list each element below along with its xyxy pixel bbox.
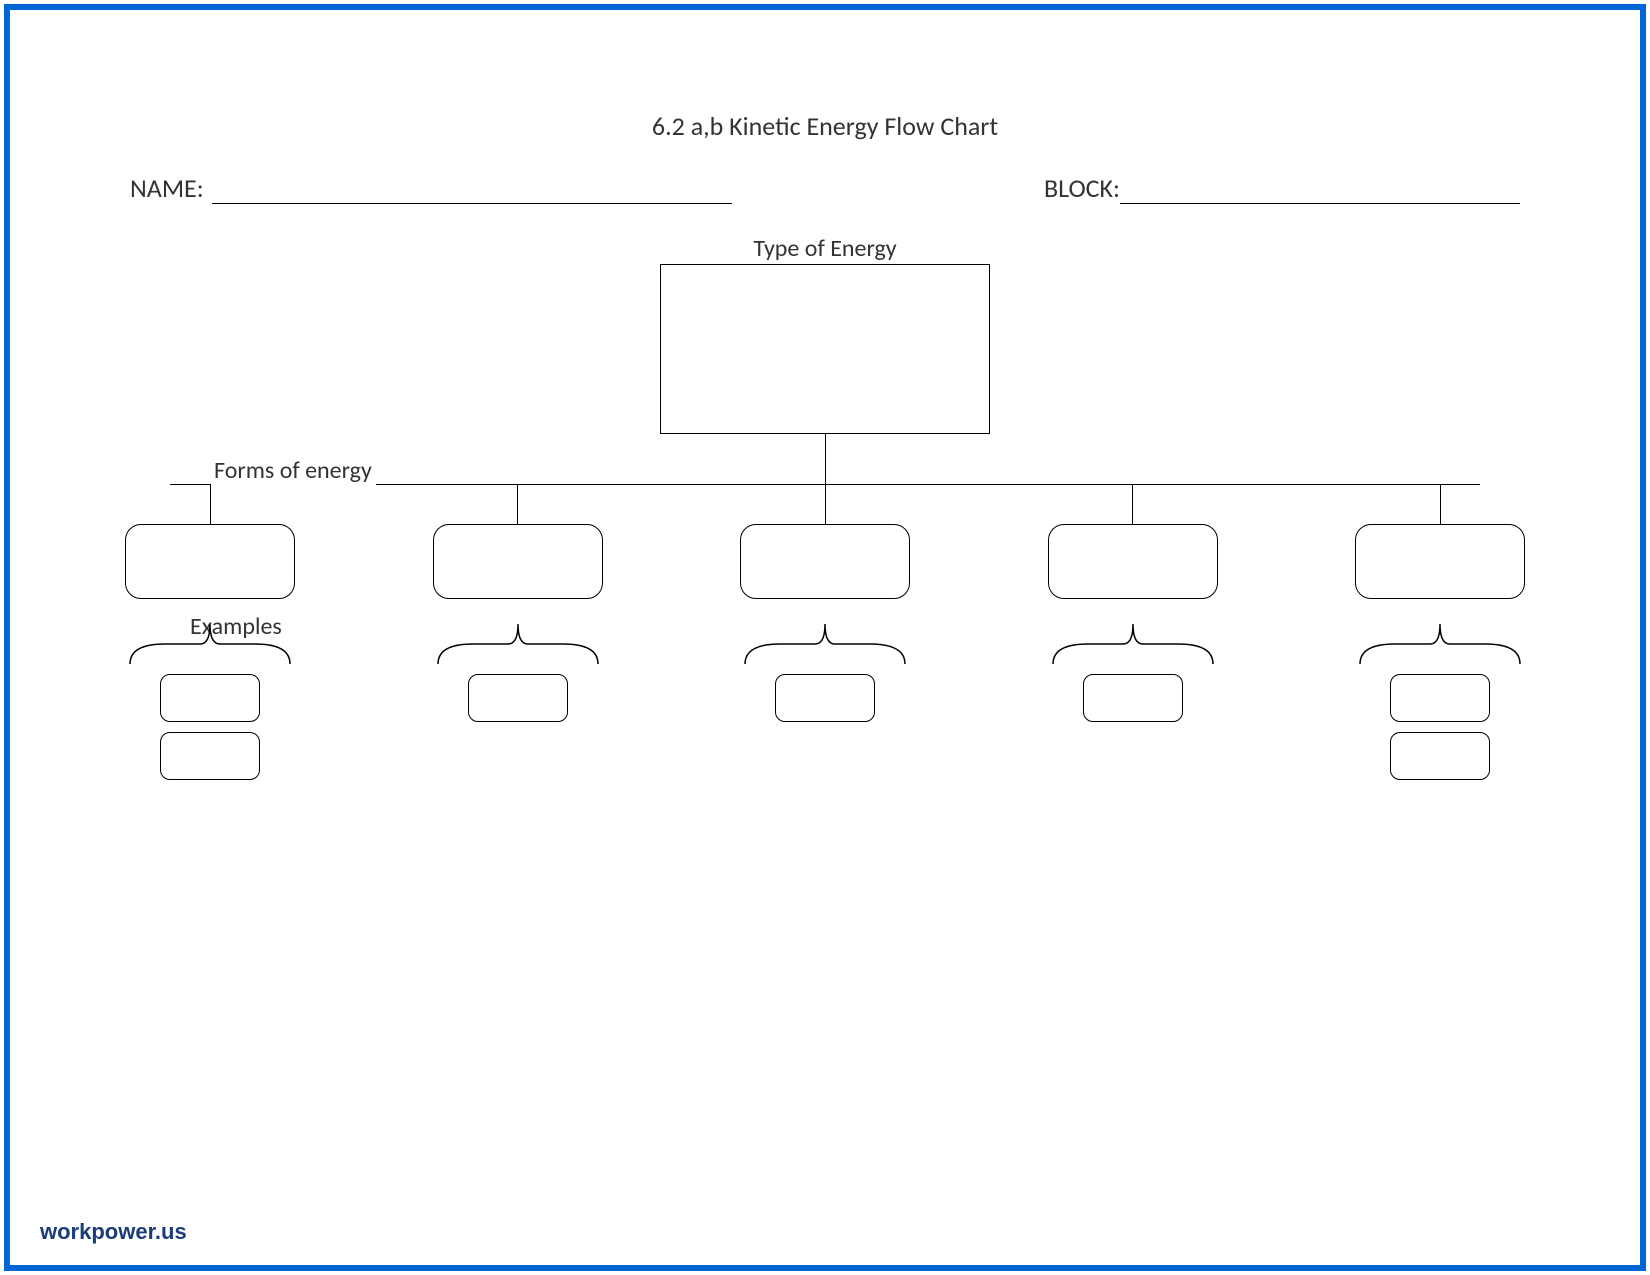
curly-brace-icon [1350, 619, 1530, 669]
name-label: NAME: [130, 172, 204, 204]
name-field: NAME: [130, 172, 732, 204]
brace-2 [418, 619, 618, 669]
curly-brace-icon [428, 619, 608, 669]
examples-col-2 [418, 674, 618, 780]
example-box[interactable] [1390, 732, 1490, 780]
connector-line [825, 484, 826, 524]
example-box[interactable] [775, 674, 875, 722]
brace-1 [110, 619, 310, 669]
example-box[interactable] [160, 732, 260, 780]
block-field: BLOCK: [1044, 172, 1520, 204]
branch-1 [110, 484, 310, 599]
curly-brace-icon [120, 619, 300, 669]
brace-4 [1033, 619, 1233, 669]
block-input-line[interactable] [1120, 203, 1520, 204]
forms-of-energy-label: Forms of energy [210, 456, 376, 485]
block-label: BLOCK: [1044, 172, 1120, 204]
examples-col-3 [725, 674, 925, 780]
watermark: workpower.us [40, 1219, 187, 1245]
curly-brace-icon [1043, 619, 1223, 669]
connector-line [825, 434, 826, 484]
brace-3 [725, 619, 925, 669]
brace-5 [1340, 619, 1540, 669]
example-box[interactable] [468, 674, 568, 722]
connector-line [1132, 484, 1133, 524]
branch-3 [725, 484, 925, 599]
form-box[interactable] [1048, 524, 1218, 599]
type-of-energy-label: Type of Energy [753, 234, 896, 263]
curly-brace-icon [735, 619, 915, 669]
branch-2 [418, 484, 618, 599]
name-input-line[interactable] [212, 203, 732, 204]
form-box[interactable] [740, 524, 910, 599]
branch-4 [1033, 484, 1233, 599]
flow-chart-diagram: Type of Energy Forms of energy [70, 234, 1580, 954]
form-box[interactable] [1355, 524, 1525, 599]
connector-line [517, 484, 518, 524]
type-of-energy-box[interactable] [660, 264, 990, 434]
form-box[interactable] [125, 524, 295, 599]
examples-col-4 [1033, 674, 1233, 780]
examples-col-1 [110, 674, 310, 780]
example-box[interactable] [160, 674, 260, 722]
page-title: 6.2 a,b Kinetic Energy Flow Chart [70, 110, 1580, 142]
example-box[interactable] [1390, 674, 1490, 722]
example-box[interactable] [1083, 674, 1183, 722]
worksheet: 6.2 a,b Kinetic Energy Flow Chart NAME: … [70, 60, 1580, 1175]
connector-line [210, 484, 211, 524]
examples-col-5 [1340, 674, 1540, 780]
branch-5 [1340, 484, 1540, 599]
form-box[interactable] [433, 524, 603, 599]
connector-line [1440, 484, 1441, 524]
